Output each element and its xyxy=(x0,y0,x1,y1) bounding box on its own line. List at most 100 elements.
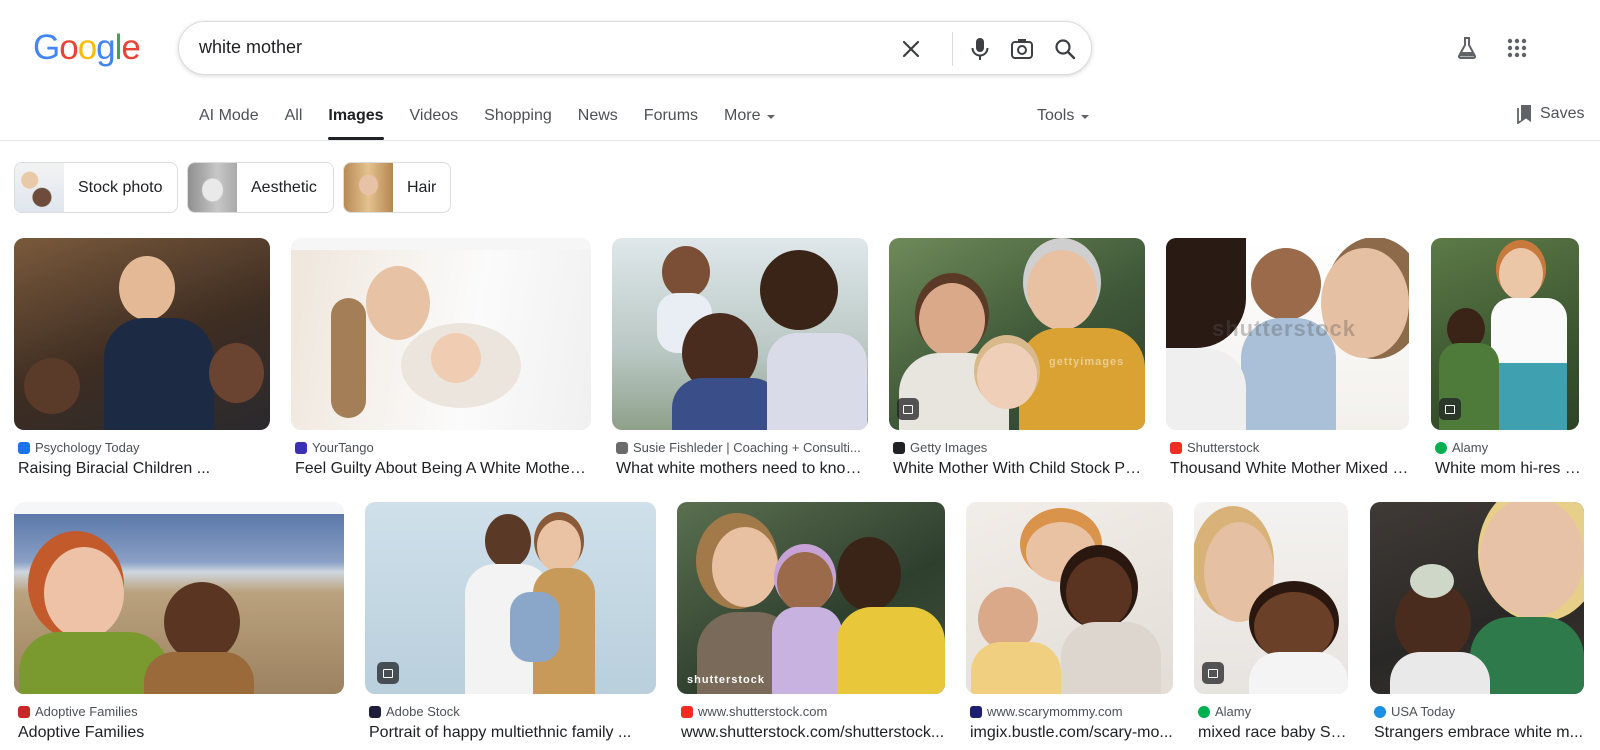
result-source-name: Getty Images xyxy=(910,440,988,455)
result-title[interactable]: Raising Biracial Children ... xyxy=(18,460,270,478)
result-source-name: Adobe Stock xyxy=(386,704,460,719)
result-source: Alamy xyxy=(1198,704,1348,719)
result-thumbnail: shutterstock xyxy=(1166,238,1409,430)
result-title[interactable]: Adoptive Families xyxy=(18,724,344,742)
image-badge-icon xyxy=(1439,398,1461,420)
result-source: USA Today xyxy=(1374,704,1584,719)
result-source-name: www.shutterstock.com xyxy=(698,704,828,719)
watermark: shutterstock xyxy=(687,674,766,686)
logo-letter: l xyxy=(114,28,123,67)
search-box xyxy=(178,21,1092,75)
result-title[interactable]: Feel Guilty About Being A White Mother .… xyxy=(295,460,591,478)
result-title[interactable]: Portrait of happy multiethnic family ... xyxy=(369,724,656,742)
favicon xyxy=(295,441,307,454)
result-source: Adoptive Families xyxy=(18,704,344,719)
result-thumbnail: gettyimages xyxy=(889,238,1145,430)
result-title[interactable]: What white mothers need to know ... xyxy=(616,460,868,478)
tab-ai-mode[interactable]: AI Mode xyxy=(199,107,259,139)
result-source: Psychology Today xyxy=(18,440,270,455)
result-source: Adobe Stock xyxy=(369,704,656,719)
google-logo[interactable]: Google xyxy=(33,28,141,68)
favicon xyxy=(681,705,693,718)
chip-stock-photo[interactable]: Stock photo xyxy=(14,162,178,213)
favicon xyxy=(1435,441,1447,454)
tab-videos[interactable]: Videos xyxy=(410,107,459,139)
result-source: Shutterstock xyxy=(1170,440,1409,455)
favicon xyxy=(18,441,30,454)
result-source-name: Adoptive Families xyxy=(35,704,138,719)
badge-glyph xyxy=(1445,404,1455,414)
result-title[interactable]: White mom hi-res s... xyxy=(1435,460,1583,478)
favicon xyxy=(18,705,30,718)
badge-glyph xyxy=(903,404,913,414)
result-source-name: Psychology Today xyxy=(35,440,140,455)
tab-all[interactable]: All xyxy=(285,107,303,139)
image-badge-icon xyxy=(377,662,399,684)
image-badge-icon xyxy=(1202,662,1224,684)
saves-button[interactable]: Saves xyxy=(1516,104,1584,124)
caret-down-icon xyxy=(1081,115,1090,119)
badge-glyph xyxy=(1208,668,1218,678)
chip-thumbnail xyxy=(188,163,237,212)
result-source-name: USA Today xyxy=(1391,704,1456,719)
tab-images[interactable]: Images xyxy=(328,107,384,140)
favicon xyxy=(893,441,905,454)
favicon xyxy=(1198,705,1210,718)
result-source-name: Alamy xyxy=(1215,704,1252,719)
chip-label: Aesthetic xyxy=(251,178,317,196)
result-thumbnail xyxy=(612,238,868,430)
logo-letter: o xyxy=(59,28,78,67)
result-source-name: Susie Fishleder | Coaching + Consulti... xyxy=(633,440,861,455)
logo-letter: e xyxy=(121,28,140,67)
tab-forums[interactable]: Forums xyxy=(644,107,698,139)
chip-hair[interactable]: Hair xyxy=(343,162,451,213)
result-thumbnail xyxy=(365,502,656,694)
search-tabs: AI Mode All Images Videos Shopping News … xyxy=(199,107,801,140)
logo-letter: o xyxy=(77,28,97,67)
result-source: YourTango xyxy=(295,440,591,455)
chip-thumbnail xyxy=(15,163,64,212)
tab-more-label: More xyxy=(724,107,761,124)
result-title[interactable]: www.shutterstock.com/shutterstock... xyxy=(681,724,945,742)
saves-label: Saves xyxy=(1540,105,1585,122)
chip-thumbnail xyxy=(344,163,393,212)
result-thumbnail xyxy=(291,238,591,430)
result-title[interactable]: imgix.bustle.com/scary-mo... xyxy=(970,724,1173,742)
bookmark-icon xyxy=(1517,105,1531,124)
apps-grid-icon[interactable] xyxy=(1502,33,1532,63)
result-source: www.scarymommy.com xyxy=(970,704,1173,719)
search-divider xyxy=(952,32,953,66)
favicon xyxy=(1170,441,1182,454)
result-thumbnail xyxy=(14,502,344,694)
result-source: Alamy xyxy=(1435,440,1583,455)
result-title[interactable]: Strangers embrace white m... xyxy=(1374,724,1584,742)
tab-more[interactable]: More xyxy=(724,107,776,139)
result-thumbnail xyxy=(1431,238,1579,430)
search-icon[interactable] xyxy=(1051,35,1079,63)
tools-label: Tools xyxy=(1037,107,1075,124)
tab-news[interactable]: News xyxy=(578,107,618,139)
result-thumbnail xyxy=(1370,502,1584,694)
favicon xyxy=(616,441,628,454)
result-thumbnail xyxy=(14,238,270,430)
tools-button[interactable]: Tools xyxy=(1037,107,1090,125)
clear-icon[interactable] xyxy=(897,35,925,63)
camera-lens-icon[interactable] xyxy=(1008,35,1036,63)
chip-label: Stock photo xyxy=(78,178,163,196)
chip-aesthetic[interactable]: Aesthetic xyxy=(187,162,334,213)
result-source-name: Shutterstock xyxy=(1187,440,1260,455)
microphone-icon[interactable] xyxy=(966,35,994,63)
result-title[interactable]: White Mother With Child Stock Ph... xyxy=(893,460,1145,478)
labs-flask-icon[interactable] xyxy=(1452,33,1482,63)
result-source-name: www.scarymommy.com xyxy=(987,704,1123,719)
header-divider xyxy=(0,140,1600,141)
watermark: gettyimages xyxy=(1049,356,1125,368)
favicon xyxy=(970,705,982,718)
image-badge-icon xyxy=(897,398,919,420)
result-title[interactable]: Thousand White Mother Mixed R... xyxy=(1170,460,1409,478)
result-source-name: YourTango xyxy=(312,440,374,455)
logo-letter: G xyxy=(33,28,60,67)
search-input[interactable] xyxy=(199,37,879,58)
result-title[interactable]: mixed race baby St... xyxy=(1198,724,1348,742)
tab-shopping[interactable]: Shopping xyxy=(484,107,552,139)
